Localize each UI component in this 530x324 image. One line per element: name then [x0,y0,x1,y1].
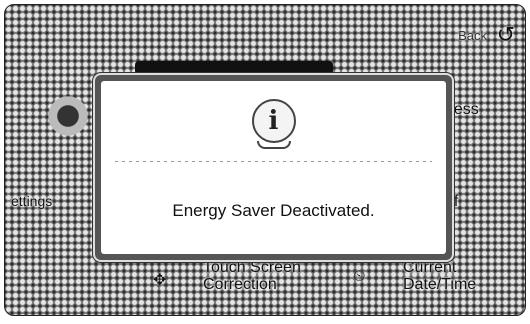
touch-label-line1: Touch Screen [203,259,301,276]
dialog-divider [115,161,432,162]
dialog-body: i Energy Saver Deactivated. [101,81,446,254]
touch-correction-icon[interactable]: ✥ [153,270,166,290]
info-icon: i [251,99,296,143]
notification-dialog: i Energy Saver Deactivated. [95,75,452,260]
back-label[interactable]: Back [458,27,487,44]
date-label-line1: Current [403,259,457,276]
menu-item-current-date-time[interactable]: Current Date/Time [403,259,476,293]
back-arrow-icon[interactable]: ↺ [497,22,515,48]
menu-item-settings[interactable]: ettings [11,193,52,210]
menu-item-touch-screen-correction[interactable]: Touch Screen Correction [203,259,301,293]
info-icon-stand [256,141,291,149]
title-bar [135,61,333,75]
clock-icon[interactable]: ⏲ [353,268,365,286]
touch-screen: Back ↺ ettings ness e of ✥ Touch Screen … [4,4,526,316]
dialog-message: Energy Saver Deactivated. [172,201,375,220]
date-label-line2: Date/Time [403,276,477,293]
gear-icon[interactable] [43,91,93,141]
touch-label-line2: Correction [203,276,277,293]
